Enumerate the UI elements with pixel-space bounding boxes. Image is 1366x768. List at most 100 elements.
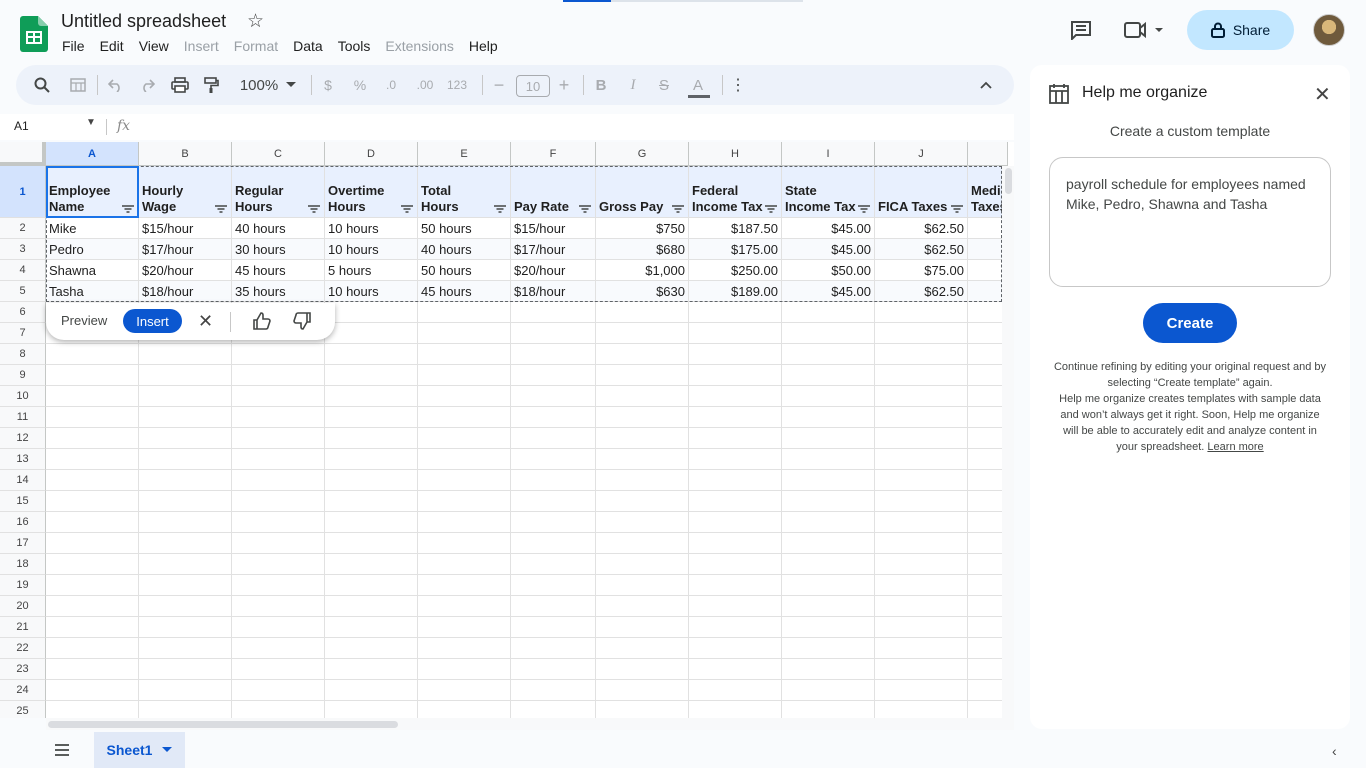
empty-cell[interactable] bbox=[46, 701, 139, 718]
empty-cell[interactable] bbox=[689, 491, 782, 512]
insert-button[interactable]: Insert bbox=[123, 309, 182, 333]
empty-cell[interactable] bbox=[689, 533, 782, 554]
empty-cell[interactable] bbox=[596, 701, 689, 718]
empty-cell[interactable] bbox=[325, 302, 418, 323]
row-header[interactable]: 12 bbox=[0, 428, 46, 449]
empty-cell[interactable] bbox=[875, 428, 968, 449]
empty-cell[interactable] bbox=[782, 302, 875, 323]
empty-cell[interactable] bbox=[325, 365, 418, 386]
comment-history-icon[interactable] bbox=[1070, 20, 1092, 40]
table-cell[interactable]: $17/hour bbox=[511, 239, 596, 260]
empty-cell[interactable] bbox=[511, 407, 596, 428]
empty-cell[interactable] bbox=[689, 428, 782, 449]
paint-format-icon[interactable] bbox=[201, 65, 221, 105]
table-cell[interactable]: $175.00 bbox=[689, 239, 782, 260]
empty-cell[interactable] bbox=[782, 596, 875, 617]
empty-cell[interactable] bbox=[46, 449, 139, 470]
header-cell[interactable]: Overtime Hours bbox=[325, 166, 418, 218]
column-header[interactable]: C bbox=[232, 142, 325, 166]
empty-cell[interactable] bbox=[139, 344, 232, 365]
empty-cell[interactable] bbox=[782, 323, 875, 344]
row-header[interactable]: 21 bbox=[0, 617, 46, 638]
filter-icon[interactable] bbox=[765, 205, 777, 213]
preview-button[interactable]: Preview bbox=[61, 313, 107, 328]
empty-cell[interactable] bbox=[46, 554, 139, 575]
empty-cell[interactable] bbox=[139, 365, 232, 386]
avatar[interactable] bbox=[1313, 14, 1345, 46]
empty-cell[interactable] bbox=[46, 386, 139, 407]
filter-icon[interactable] bbox=[215, 205, 227, 213]
empty-cell[interactable] bbox=[511, 596, 596, 617]
empty-cell[interactable] bbox=[418, 638, 511, 659]
empty-cell[interactable] bbox=[875, 323, 968, 344]
table-cell[interactable]: 30 hours bbox=[232, 239, 325, 260]
empty-cell[interactable] bbox=[325, 575, 418, 596]
empty-cell[interactable] bbox=[325, 701, 418, 718]
table-cell[interactable]: Mike bbox=[46, 218, 139, 239]
empty-cell[interactable] bbox=[689, 659, 782, 680]
empty-cell[interactable] bbox=[782, 449, 875, 470]
empty-cell[interactable] bbox=[139, 533, 232, 554]
spreadsheet-grid[interactable]: A B C D E F G H I J 1 2 3 4 5 6 7 8 9 10 11 12 13 14 15 16 17 18 19 2… bbox=[0, 142, 1014, 718]
empty-cell[interactable] bbox=[596, 302, 689, 323]
empty-cell[interactable] bbox=[139, 575, 232, 596]
filter-icon[interactable] bbox=[401, 205, 413, 213]
menu-view[interactable]: View bbox=[139, 38, 169, 54]
empty-cell[interactable] bbox=[782, 638, 875, 659]
empty-cell[interactable] bbox=[325, 617, 418, 638]
empty-cell[interactable] bbox=[511, 344, 596, 365]
empty-cell[interactable] bbox=[782, 680, 875, 701]
table-cell[interactable]: 50 hours bbox=[418, 260, 511, 281]
column-header[interactable]: G bbox=[596, 142, 689, 166]
empty-cell[interactable] bbox=[689, 554, 782, 575]
filter-icon[interactable] bbox=[858, 205, 870, 213]
row-header[interactable]: 22 bbox=[0, 638, 46, 659]
table-cell[interactable]: $62.50 bbox=[875, 218, 968, 239]
currency-format-button[interactable]: $ bbox=[320, 65, 336, 105]
empty-cell[interactable] bbox=[418, 617, 511, 638]
decrease-decimal-button[interactable]: .0 bbox=[380, 65, 402, 105]
empty-cell[interactable] bbox=[418, 701, 511, 718]
strikethrough-button[interactable]: S bbox=[656, 65, 672, 105]
row-header[interactable]: 14 bbox=[0, 470, 46, 491]
empty-cell[interactable] bbox=[596, 638, 689, 659]
empty-cell[interactable] bbox=[418, 470, 511, 491]
sheets-logo-icon[interactable] bbox=[20, 16, 48, 52]
row-header[interactable]: 13 bbox=[0, 449, 46, 470]
column-header[interactable]: J bbox=[875, 142, 968, 166]
menu-insert[interactable]: Insert bbox=[184, 38, 219, 54]
table-cell[interactable]: 40 hours bbox=[232, 218, 325, 239]
empty-cell[interactable] bbox=[418, 302, 511, 323]
empty-cell[interactable] bbox=[139, 554, 232, 575]
empty-cell[interactable] bbox=[232, 533, 325, 554]
menu-tools[interactable]: Tools bbox=[338, 38, 371, 54]
empty-cell[interactable] bbox=[875, 365, 968, 386]
empty-cell[interactable] bbox=[325, 638, 418, 659]
chevron-up-icon[interactable] bbox=[976, 65, 996, 105]
empty-cell[interactable] bbox=[689, 596, 782, 617]
filter-icon[interactable] bbox=[494, 205, 506, 213]
italic-button[interactable]: I bbox=[625, 65, 641, 105]
empty-cell[interactable] bbox=[418, 575, 511, 596]
create-button[interactable]: Create bbox=[1143, 303, 1237, 343]
empty-cell[interactable] bbox=[875, 617, 968, 638]
horizontal-scrollbar[interactable] bbox=[46, 718, 1014, 730]
empty-cell[interactable] bbox=[232, 344, 325, 365]
empty-cell[interactable] bbox=[46, 596, 139, 617]
empty-cell[interactable] bbox=[325, 449, 418, 470]
zoom-select[interactable]: 100% bbox=[234, 65, 284, 105]
empty-cell[interactable] bbox=[782, 701, 875, 718]
empty-cell[interactable] bbox=[418, 365, 511, 386]
row-header[interactable]: 19 bbox=[0, 575, 46, 596]
empty-cell[interactable] bbox=[596, 323, 689, 344]
table-cell[interactable]: 35 hours bbox=[232, 281, 325, 302]
menu-edit[interactable]: Edit bbox=[100, 38, 124, 54]
empty-cell[interactable] bbox=[139, 512, 232, 533]
empty-cell[interactable] bbox=[782, 512, 875, 533]
empty-cell[interactable] bbox=[46, 680, 139, 701]
sheet-tab-sheet1[interactable]: Sheet1 bbox=[94, 732, 185, 768]
empty-cell[interactable] bbox=[596, 386, 689, 407]
plus-icon[interactable]: + bbox=[556, 65, 572, 105]
empty-cell[interactable] bbox=[139, 470, 232, 491]
empty-cell[interactable] bbox=[139, 680, 232, 701]
